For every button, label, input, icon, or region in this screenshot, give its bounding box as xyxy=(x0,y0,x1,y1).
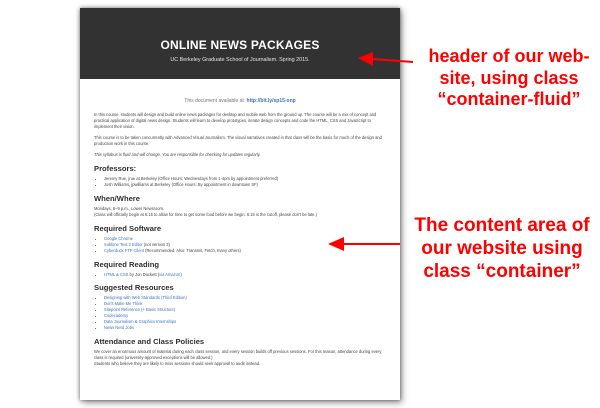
content-arrow-icon xyxy=(328,237,400,251)
header-arrow-icon xyxy=(358,52,414,66)
annotation-arrows xyxy=(328,52,414,251)
